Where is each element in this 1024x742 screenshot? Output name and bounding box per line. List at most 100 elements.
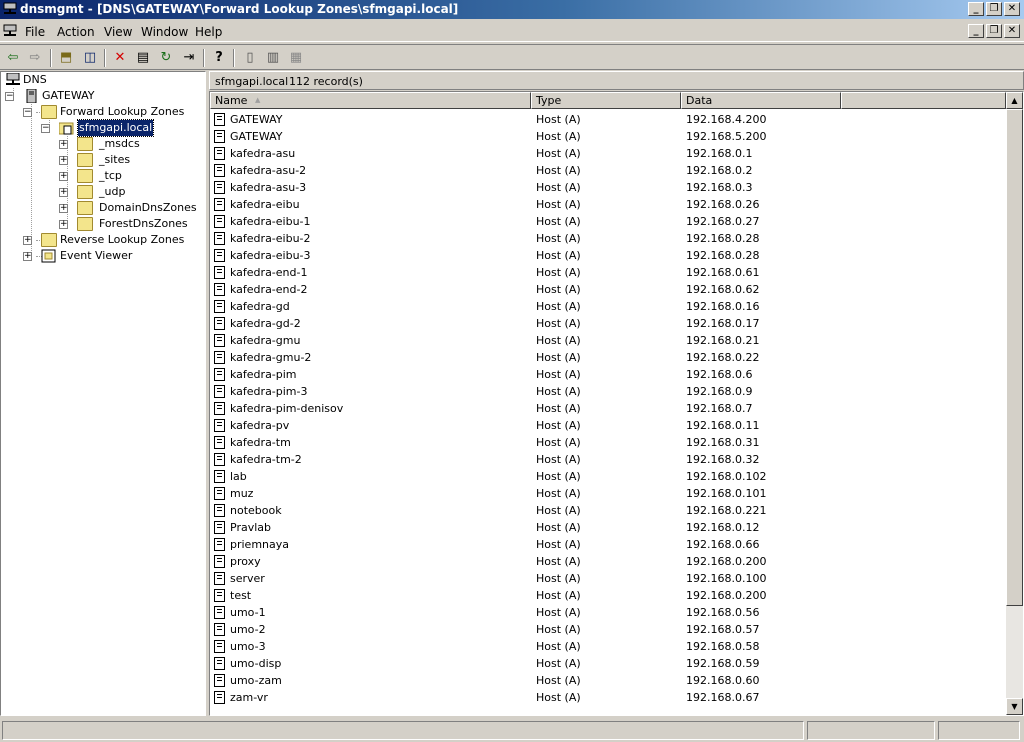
table-row[interactable]: proxy Host (A) 192.168.0.200 [210, 553, 1005, 570]
new-zone-icon[interactable]: ▦ [286, 48, 306, 67]
column-header-empty[interactable] [841, 92, 1006, 109]
expand-toggle[interactable]: + [23, 252, 32, 261]
table-row[interactable]: kafedra-eibu-3 Host (A) 192.168.0.28 [210, 247, 1005, 264]
forward-icon[interactable]: ⇨ [25, 48, 45, 67]
close-button[interactable]: ✕ [1004, 2, 1020, 16]
table-row[interactable]: kafedra-eibu-2 Host (A) 192.168.0.28 [210, 230, 1005, 247]
status-cell [938, 721, 1020, 740]
scroll-thumb[interactable] [1006, 109, 1023, 606]
record-type: Host (A) [536, 504, 581, 517]
maximize-button[interactable]: ❐ [986, 2, 1002, 16]
table-row[interactable]: GATEWAY Host (A) 192.168.4.200 [210, 111, 1005, 128]
table-row[interactable]: zam-vr Host (A) 192.168.0.67 [210, 689, 1005, 706]
table-row[interactable]: kafedra-asu Host (A) 192.168.0.1 [210, 145, 1005, 162]
export-list-icon[interactable]: ⇥ [179, 48, 199, 67]
table-row[interactable]: priemnaya Host (A) 192.168.0.66 [210, 536, 1005, 553]
table-row[interactable]: kafedra-pv Host (A) 192.168.0.11 [210, 417, 1005, 434]
table-row[interactable]: lab Host (A) 192.168.0.102 [210, 468, 1005, 485]
table-row[interactable]: umo-2 Host (A) 192.168.0.57 [210, 621, 1005, 638]
host-record-icon [214, 130, 225, 143]
vertical-scrollbar[interactable]: ▲ ▼ [1006, 92, 1023, 715]
menu-file[interactable]: File [25, 25, 45, 39]
folder-icon [77, 217, 93, 231]
record-data: 192.168.0.26 [686, 198, 760, 211]
table-row[interactable]: kafedra-asu-2 Host (A) 192.168.0.2 [210, 162, 1005, 179]
record-name: GATEWAY [230, 113, 283, 126]
new-record-icon[interactable]: ▥ [263, 48, 283, 67]
properties-icon[interactable]: ▤ [133, 48, 153, 67]
table-row[interactable]: kafedra-gd Host (A) 192.168.0.16 [210, 298, 1005, 315]
table-row[interactable]: kafedra-end-2 Host (A) 192.168.0.62 [210, 281, 1005, 298]
table-row[interactable]: umo-zam Host (A) 192.168.0.60 [210, 672, 1005, 689]
expand-toggle[interactable]: + [59, 172, 68, 181]
expand-toggle[interactable]: + [59, 188, 68, 197]
tree-label: _msdcs [99, 137, 140, 150]
server-icon[interactable]: ▯ [240, 48, 260, 67]
table-row[interactable]: umo-disp Host (A) 192.168.0.59 [210, 655, 1005, 672]
host-record-icon [214, 266, 225, 279]
menu-action[interactable]: Action [57, 25, 95, 39]
record-data: 192.168.0.221 [686, 504, 767, 517]
minimize-button[interactable]: _ [968, 2, 984, 16]
child-close-button[interactable]: ✕ [1004, 24, 1020, 38]
record-data: 192.168.0.21 [686, 334, 760, 347]
table-row[interactable]: kafedra-asu-3 Host (A) 192.168.0.3 [210, 179, 1005, 196]
table-row[interactable]: kafedra-gmu-2 Host (A) 192.168.0.22 [210, 349, 1005, 366]
column-header-data[interactable]: Data [681, 92, 841, 109]
table-row[interactable]: kafedra-pim Host (A) 192.168.0.6 [210, 366, 1005, 383]
column-label: Name [215, 94, 248, 107]
table-row[interactable]: kafedra-gd-2 Host (A) 192.168.0.17 [210, 315, 1005, 332]
table-row[interactable]: server Host (A) 192.168.0.100 [210, 570, 1005, 587]
table-row[interactable]: Pravlab Host (A) 192.168.0.12 [210, 519, 1005, 536]
collapse-toggle[interactable]: − [5, 92, 14, 101]
column-header-type[interactable]: Type [531, 92, 681, 109]
column-label: Data [686, 94, 713, 107]
record-data: 192.168.0.16 [686, 300, 760, 313]
mdi-child-icon[interactable] [3, 24, 17, 38]
refresh-icon[interactable]: ↻ [156, 48, 176, 67]
table-row[interactable]: umo-3 Host (A) 192.168.0.58 [210, 638, 1005, 655]
menu-view[interactable]: View [104, 25, 132, 39]
collapse-toggle[interactable]: − [41, 124, 50, 133]
menu-help[interactable]: Help [195, 25, 222, 39]
record-name: kafedra-eibu-2 [230, 232, 311, 245]
child-restore-button[interactable]: ❐ [986, 24, 1002, 38]
host-record-icon [214, 232, 225, 245]
scroll-down-button[interactable]: ▼ [1006, 698, 1023, 715]
table-row[interactable]: GATEWAY Host (A) 192.168.5.200 [210, 128, 1005, 145]
scroll-up-button[interactable]: ▲ [1006, 92, 1023, 109]
expand-toggle[interactable]: + [59, 156, 68, 165]
expand-toggle[interactable]: + [59, 220, 68, 229]
table-row[interactable]: kafedra-tm Host (A) 192.168.0.31 [210, 434, 1005, 451]
folder-icon [77, 169, 93, 183]
table-row[interactable]: umo-1 Host (A) 192.168.0.56 [210, 604, 1005, 621]
menu-window[interactable]: Window [141, 25, 188, 39]
back-icon[interactable]: ⇦ [3, 48, 23, 67]
show-hide-tree-icon[interactable]: ◫ [80, 48, 100, 67]
table-row[interactable]: muz Host (A) 192.168.0.101 [210, 485, 1005, 502]
table-row[interactable]: notebook Host (A) 192.168.0.221 [210, 502, 1005, 519]
table-row[interactable]: kafedra-end-1 Host (A) 192.168.0.61 [210, 264, 1005, 281]
expand-toggle[interactable]: + [59, 140, 68, 149]
expand-toggle[interactable]: + [59, 204, 68, 213]
tree-label: Reverse Lookup Zones [60, 233, 185, 246]
table-row[interactable]: kafedra-eibu-1 Host (A) 192.168.0.27 [210, 213, 1005, 230]
record-type: Host (A) [536, 215, 581, 228]
child-minimize-button[interactable]: _ [968, 24, 984, 38]
expand-toggle[interactable]: + [23, 236, 32, 245]
table-row[interactable]: test Host (A) 192.168.0.200 [210, 587, 1005, 604]
up-one-level-icon[interactable]: ⬒ [56, 48, 76, 67]
table-row[interactable]: kafedra-gmu Host (A) 192.168.0.21 [210, 332, 1005, 349]
collapse-toggle[interactable]: − [23, 108, 32, 117]
table-row[interactable]: kafedra-pim-denisov Host (A) 192.168.0.7 [210, 400, 1005, 417]
record-name: umo-2 [230, 623, 266, 636]
host-record-icon [214, 147, 225, 160]
record-name: kafedra-pim [230, 368, 297, 381]
table-row[interactable]: kafedra-tm-2 Host (A) 192.168.0.32 [210, 451, 1005, 468]
help-icon[interactable]: ? [209, 48, 229, 67]
column-header-name[interactable]: Name ▲ [210, 92, 531, 109]
folder-icon [77, 201, 93, 215]
delete-icon[interactable]: ✕ [110, 48, 130, 67]
table-row[interactable]: kafedra-pim-3 Host (A) 192.168.0.9 [210, 383, 1005, 400]
table-row[interactable]: kafedra-eibu Host (A) 192.168.0.26 [210, 196, 1005, 213]
